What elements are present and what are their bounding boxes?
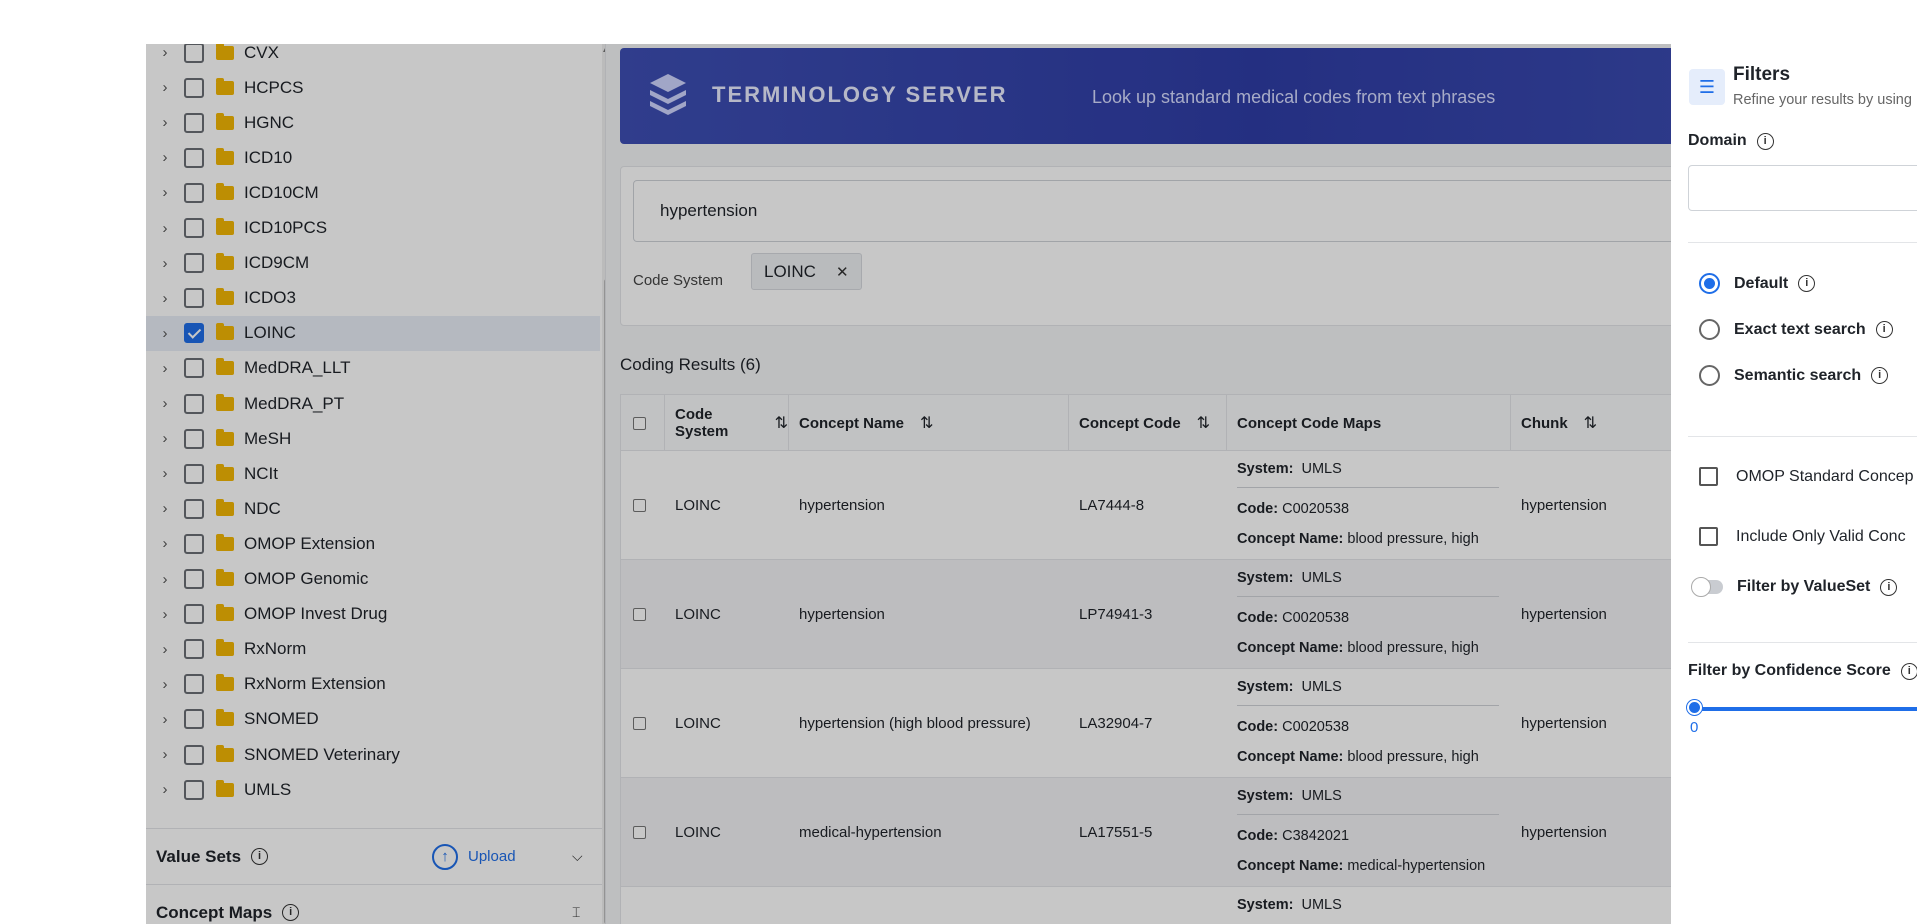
valueset-toggle[interactable]: [1691, 577, 1723, 597]
radio-button[interactable]: [1699, 365, 1720, 386]
info-icon[interactable]: i: [1871, 367, 1889, 384]
filters-drawer: ☰ Filters Refine your results by using D…: [1671, 44, 1917, 924]
domain-select[interactable]: [1688, 165, 1917, 211]
omop-standard-checkbox-row[interactable]: OMOP Standard Concep: [1699, 467, 1914, 486]
radio-button[interactable]: [1699, 319, 1720, 340]
info-icon[interactable]: i: [1756, 132, 1774, 150]
radio-label: Semantic search: [1734, 366, 1862, 384]
info-icon[interactable]: i: [1798, 275, 1816, 292]
confidence-slider-value: 0: [1690, 719, 1699, 736]
divider: [1688, 242, 1917, 243]
radio-semantic-search[interactable]: Semantic search i: [1699, 365, 1889, 386]
confidence-score-label: Filter by Confidence Score: [1688, 662, 1891, 679]
radio-label: Exact text search: [1734, 320, 1866, 338]
sliders-icon: ☰: [1689, 69, 1725, 105]
modal-backdrop[interactable]: [146, 44, 1671, 924]
divider: [1688, 642, 1917, 643]
divider: [1688, 436, 1917, 437]
filters-subtitle: Refine your results by using: [1733, 92, 1912, 108]
radio-exact-text-search[interactable]: Exact text search i: [1699, 319, 1893, 340]
filter-by-valueset-row[interactable]: Filter by ValueSet i: [1691, 577, 1898, 597]
radio-label: Default: [1734, 274, 1789, 292]
omop-standard-checkbox[interactable]: [1699, 467, 1718, 486]
omop-standard-label: OMOP Standard Concep: [1736, 467, 1914, 485]
info-icon[interactable]: i: [1875, 321, 1893, 338]
radio-button[interactable]: [1699, 273, 1720, 294]
confidence-slider-thumb[interactable]: [1687, 700, 1702, 715]
radio-default[interactable]: Default i: [1699, 273, 1816, 294]
confidence-slider-track[interactable]: [1694, 707, 1917, 711]
info-icon[interactable]: i: [1880, 578, 1898, 596]
include-valid-checkbox-row[interactable]: Include Only Valid Conc: [1699, 527, 1906, 546]
domain-label-row: Domain i: [1688, 132, 1774, 150]
valueset-label: Filter by ValueSet: [1737, 578, 1871, 595]
domain-label: Domain: [1688, 132, 1747, 149]
info-icon[interactable]: i: [1900, 662, 1917, 680]
include-valid-label: Include Only Valid Conc: [1736, 527, 1906, 545]
include-valid-checkbox[interactable]: [1699, 527, 1718, 546]
confidence-score-label-row: Filter by Confidence Score i: [1688, 662, 1917, 680]
filters-title: Filters: [1733, 64, 1791, 85]
